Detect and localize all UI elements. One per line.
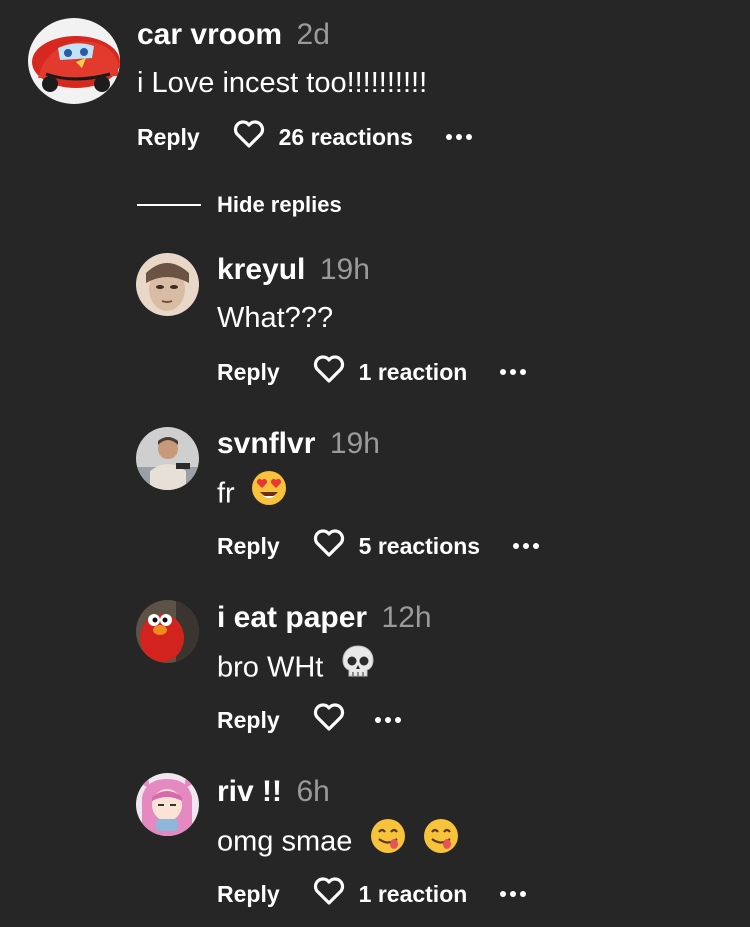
timestamp: 2d (296, 18, 330, 51)
username[interactable]: kreyul (217, 253, 305, 286)
more-options-icon[interactable] (513, 543, 540, 549)
reply-actions: Reply 1 reaction (217, 877, 527, 911)
reply-button[interactable]: Reply (217, 533, 280, 560)
heart-icon[interactable] (313, 877, 345, 911)
reply-actions: Reply 1 reaction (217, 355, 527, 389)
comment-header: car vroom 2d (137, 18, 330, 52)
reply-button[interactable]: Reply (137, 124, 200, 151)
avatar[interactable] (136, 773, 199, 836)
reply-text: omg smae (217, 819, 459, 862)
reply-header: svnflvr 19h (217, 427, 380, 461)
comments-thread: car vroom 2d i Love incest too!!!!!!!!!!… (0, 0, 750, 927)
reactions-count[interactable]: 1 reaction (359, 881, 468, 908)
more-options-icon[interactable] (445, 134, 472, 140)
reply-text-content: bro WHt (217, 651, 324, 684)
more-options-icon[interactable] (500, 891, 527, 897)
reply-text: fr (217, 471, 287, 514)
hide-replies-button[interactable]: Hide replies (137, 192, 342, 218)
username[interactable]: car vroom (137, 18, 282, 51)
person-photo-avatar-image (136, 427, 199, 490)
reply-text: What??? (217, 302, 334, 334)
reply-header: kreyul 19h (217, 253, 370, 287)
divider-line (137, 204, 201, 206)
red-car-avatar-image (28, 18, 120, 104)
reply-actions: Reply 5 reactions (217, 529, 540, 563)
reply-button[interactable]: Reply (217, 881, 280, 908)
reply-text-content: fr (217, 477, 235, 510)
more-options-icon[interactable] (500, 369, 527, 375)
reactions-count[interactable]: 5 reactions (359, 533, 480, 560)
timestamp: 12h (381, 601, 432, 634)
username[interactable]: riv !! (217, 775, 282, 808)
sketch-face-avatar-image (136, 253, 199, 316)
heart-icon[interactable] (313, 703, 345, 737)
reply-text-content: omg smae (217, 825, 353, 858)
comment-text: i Love incest too!!!!!!!!!! (137, 67, 428, 99)
reply-header: riv !! 6h (217, 775, 330, 809)
timestamp: 6h (296, 775, 330, 808)
reactions-count[interactable]: 26 reactions (279, 124, 413, 151)
avatar[interactable] (136, 253, 199, 316)
heart-icon[interactable] (233, 120, 265, 154)
timestamp: 19h (329, 427, 380, 460)
yum-emoji-icon (370, 818, 406, 862)
reply-button[interactable]: Reply (217, 359, 280, 386)
heart-eyes-emoji-icon (251, 470, 287, 514)
more-options-icon[interactable] (374, 717, 401, 723)
reply-header: i eat paper 12h (217, 601, 432, 635)
reactions-count[interactable]: 1 reaction (359, 359, 468, 386)
reply-actions: Reply (217, 703, 401, 737)
reply-button[interactable]: Reply (217, 707, 280, 734)
username[interactable]: svnflvr (217, 427, 315, 460)
hide-replies-label: Hide replies (217, 192, 342, 217)
avatar[interactable] (28, 18, 120, 104)
timestamp: 19h (319, 253, 370, 286)
avatar[interactable] (136, 600, 199, 663)
heart-icon[interactable] (313, 529, 345, 563)
red-puppet-avatar-image (136, 600, 199, 663)
skull-emoji-icon (341, 644, 375, 688)
reply-text: bro WHt (217, 645, 375, 688)
anime-girl-avatar-image (136, 773, 199, 836)
avatar[interactable] (136, 427, 199, 490)
yum-emoji-icon (423, 818, 459, 862)
username[interactable]: i eat paper (217, 601, 367, 634)
heart-icon[interactable] (313, 355, 345, 389)
comment-actions: Reply 26 reactions (137, 120, 472, 154)
